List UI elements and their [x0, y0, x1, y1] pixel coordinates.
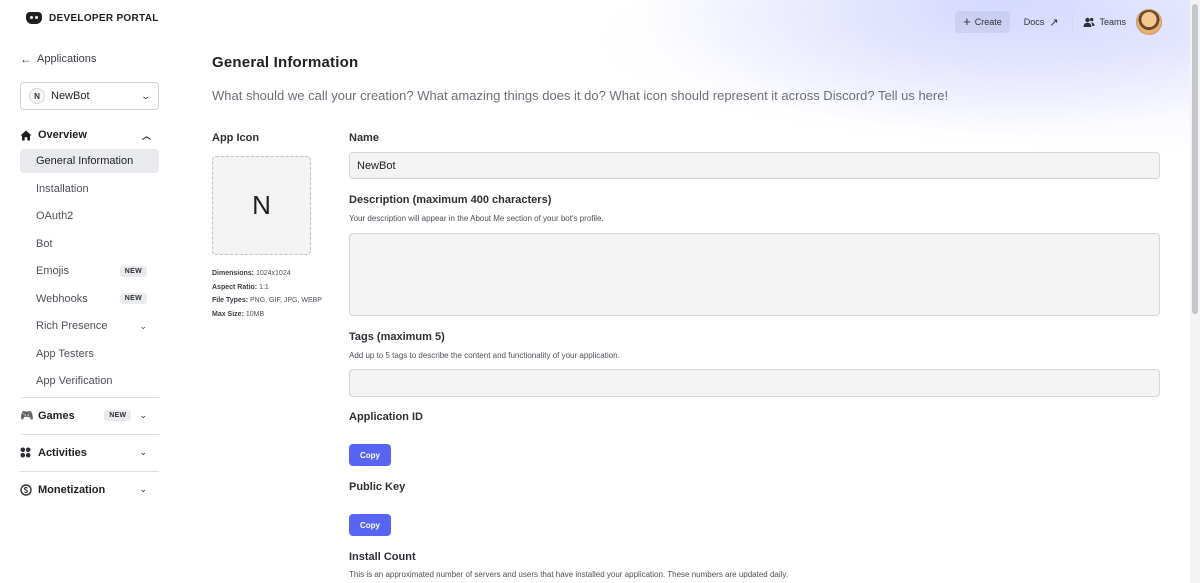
- sidebar-item-emojis[interactable]: Emojis NEW: [20, 259, 159, 283]
- teams-link[interactable]: Teams: [1083, 17, 1126, 27]
- page-subtitle: What should we call your creation? What …: [212, 88, 949, 103]
- discord-logo-icon: [26, 12, 42, 24]
- name-input[interactable]: NewBot: [349, 152, 1160, 179]
- app-icon-initial: N: [252, 190, 271, 220]
- selected-app-name: NewBot: [51, 90, 90, 102]
- chevron-down-icon: ⌄: [139, 447, 147, 457]
- docs-label: Docs: [1023, 17, 1045, 27]
- top-nav: + Create Docs ↗ Teams: [955, 9, 1162, 35]
- chevron-down-icon: ⌄: [139, 410, 147, 420]
- sidebar-item-app-verification[interactable]: App Verification: [20, 369, 159, 393]
- scrollbar-thumb[interactable]: [1192, 4, 1198, 314]
- install-count-hint: This is an approximated number of server…: [349, 570, 789, 579]
- app-initial-badge: N: [29, 88, 45, 104]
- sidebar-section-games[interactable]: 🎮 Games NEW ⌄: [20, 398, 159, 434]
- chevron-up-icon: ︿: [141, 130, 151, 141]
- chevron-down-icon: ⌄: [140, 90, 152, 101]
- description-label: Description (maximum 400 characters): [349, 194, 552, 206]
- activities-icon: [20, 447, 31, 458]
- copy-application-id-button[interactable]: Copy: [349, 444, 391, 466]
- install-count-label: Install Count: [349, 551, 416, 563]
- sidebar-item-webhooks[interactable]: Webhooks NEW: [20, 287, 159, 311]
- home-icon: [20, 130, 32, 140]
- new-badge: NEW: [119, 265, 147, 277]
- gamepad-icon: 🎮: [20, 410, 34, 422]
- description-hint: Your description will appear in the Abou…: [349, 214, 604, 223]
- sidebar-item-bot[interactable]: Bot: [20, 232, 159, 256]
- public-key-label: Public Key: [349, 481, 406, 493]
- name-value: NewBot: [357, 159, 396, 172]
- chevron-down-icon: ⌄: [139, 320, 147, 331]
- teams-icon: [1083, 17, 1095, 27]
- fields-column: Name NewBot Description (maximum 400 cha…: [349, 132, 1160, 579]
- monetization-icon: [20, 483, 32, 496]
- new-badge: NEW: [119, 293, 147, 304]
- page-scrollbar[interactable]: [1190, 0, 1200, 583]
- page-title: General Information: [212, 54, 359, 71]
- create-button[interactable]: + Create: [955, 11, 1010, 33]
- app-icon-requirements: Dimensions: 1024x1024 Aspect Ratio: 1:1 …: [212, 270, 322, 318]
- tags-input[interactable]: [349, 369, 1160, 397]
- sidebar-item-installation[interactable]: Installation: [20, 177, 159, 201]
- app-icon-label: App Icon: [212, 132, 260, 144]
- back-label: Applications: [37, 53, 97, 65]
- app-icon-section: App Icon N Dimensions: 1024x1024 Aspect …: [212, 132, 322, 321]
- tags-hint: Add up to 5 tags to describe the content…: [349, 351, 620, 360]
- docs-link[interactable]: Docs ↗: [1020, 16, 1063, 29]
- name-label: Name: [349, 132, 379, 144]
- chevron-down-icon: ⌄: [139, 484, 147, 494]
- teams-label: Teams: [1099, 17, 1126, 27]
- user-avatar[interactable]: [1136, 9, 1162, 35]
- sidebar-section-monetization[interactable]: Monetization ⌄: [20, 472, 159, 508]
- back-to-applications-link[interactable]: ← Applications: [20, 50, 159, 68]
- create-label: Create: [974, 17, 1002, 27]
- sidebar-item-app-testers[interactable]: App Testers: [20, 342, 159, 366]
- arrow-left-icon: ←: [20, 52, 32, 66]
- application-id-label: Application ID: [349, 411, 423, 423]
- description-textarea[interactable]: [349, 233, 1160, 316]
- sidebar-item-rich-presence[interactable]: Rich Presence ⌄: [20, 314, 159, 338]
- copy-public-key-button[interactable]: Copy: [349, 514, 391, 536]
- sidebar-section-overview[interactable]: Overview ︿: [20, 125, 159, 145]
- app-icon-upload[interactable]: N: [212, 156, 311, 255]
- external-link-icon: ↗: [1049, 16, 1059, 29]
- plus-icon: +: [963, 14, 971, 29]
- overview-nav: General Information Installation OAuth2 …: [20, 149, 159, 393]
- developer-portal-logo[interactable]: DEVELOPER PORTAL: [26, 12, 159, 24]
- tags-label: Tags (maximum 5): [349, 331, 445, 343]
- logo-text: DEVELOPER PORTAL: [49, 12, 159, 24]
- sidebar-section-activities[interactable]: Activities ⌄: [20, 435, 159, 471]
- sidebar-item-oauth2[interactable]: OAuth2: [20, 204, 159, 228]
- application-selector[interactable]: N NewBot ⌄: [20, 82, 159, 110]
- sidebar-item-general-information[interactable]: General Information: [20, 149, 159, 173]
- overview-label: Overview: [38, 129, 87, 141]
- nav-divider: [1072, 13, 1074, 31]
- main-content: General Information What should we call …: [212, 54, 1160, 579]
- new-badge: NEW: [104, 410, 132, 421]
- sidebar: ← Applications N NewBot ⌄ Overview ︿ Gen…: [20, 50, 159, 508]
